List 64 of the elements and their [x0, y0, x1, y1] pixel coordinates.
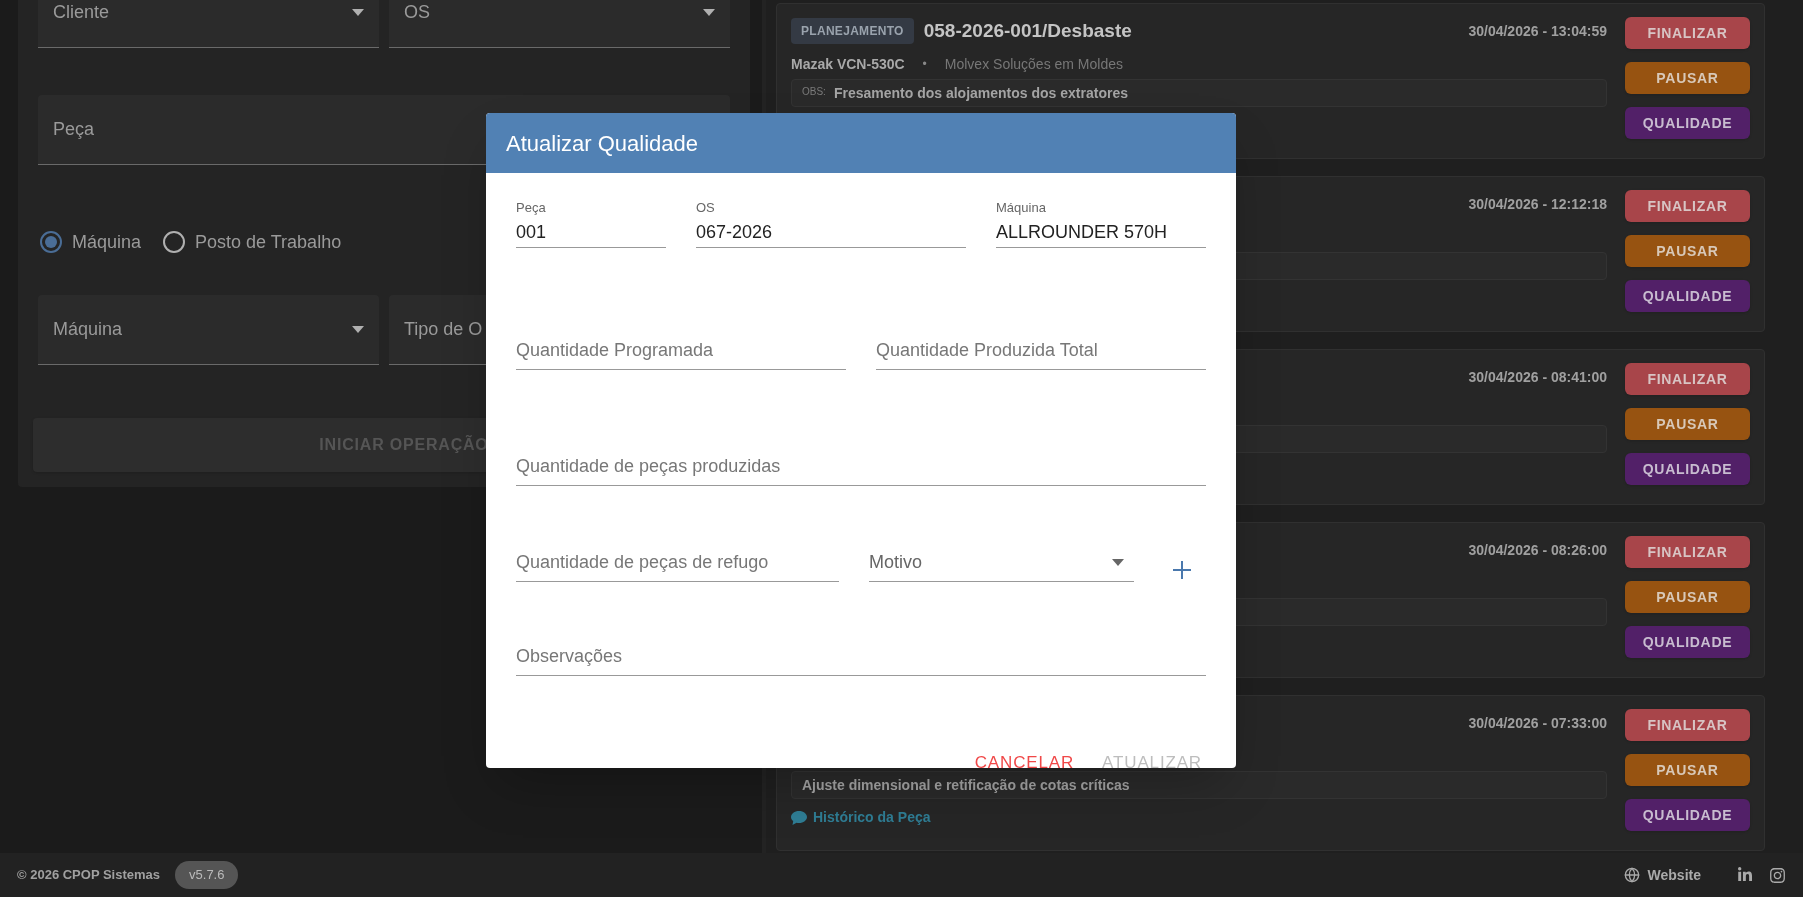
action-button[interactable]: FINALIZAR: [1625, 536, 1750, 568]
action-button[interactable]: QUALIDADE: [1625, 799, 1750, 831]
reason-select[interactable]: Motivo: [869, 543, 1134, 582]
select-field[interactable]: Cliente: [38, 0, 379, 48]
action-button[interactable]: QUALIDADE: [1625, 626, 1750, 658]
radio-option[interactable]: Máquina: [40, 228, 142, 256]
quantity-field[interactable]: Quantidade Produzida Total: [876, 331, 1206, 370]
info-field[interactable]: ALLROUNDER 570H: [996, 217, 1206, 248]
select-field[interactable]: Máquina: [38, 295, 379, 365]
status-badge: PLANEJAMENTO: [791, 18, 914, 45]
operation-title: 058-2026-001/Desbaste: [923, 19, 1132, 43]
action-button[interactable]: QUALIDADE: [1625, 453, 1750, 485]
field-label: Máquina: [996, 199, 1047, 217]
radio-icon: [40, 231, 62, 253]
action-button[interactable]: PAUSAR: [1625, 754, 1750, 786]
operation-timestamp: 30/04/2026 - 08:41:00: [1468, 368, 1607, 387]
caret-icon: [1112, 558, 1124, 566]
history-link[interactable]: Histórico da Peça: [791, 807, 931, 828]
action-button[interactable]: FINALIZAR: [1625, 363, 1750, 395]
website-link[interactable]: Website: [1623, 864, 1701, 886]
info-field[interactable]: 067-2026: [696, 217, 966, 248]
operation-timestamp: 30/04/2026 - 08:26:00: [1468, 541, 1607, 560]
obs-text: Fresamento dos alojamentos dos extratores: [833, 83, 1128, 103]
obs-label: OBS:: [802, 85, 826, 99]
operation-timestamp: 30/04/2026 - 07:33:00: [1468, 714, 1607, 733]
instagram-icon[interactable]: [1769, 866, 1786, 884]
scrap-quantity-field[interactable]: Quantidade de peças de refugo: [516, 543, 839, 582]
action-button[interactable]: QUALIDADE: [1625, 107, 1750, 139]
caret-icon: [352, 326, 364, 333]
action-button[interactable]: FINALIZAR: [1625, 709, 1750, 741]
produced-quantity-field[interactable]: Quantidade de peças produzidas: [516, 447, 1206, 486]
caret-icon: [352, 9, 364, 16]
cancel-button[interactable]: CANCELAR: [970, 744, 1079, 768]
notes-field[interactable]: Observações: [516, 637, 1206, 676]
radio-option[interactable]: Posto de Trabalho: [163, 228, 342, 256]
obs-text: Ajuste dimensional e retificação de cotas críticas: [802, 775, 1130, 795]
field-label: OS: [696, 199, 716, 217]
version-badge: v5.7.6: [175, 861, 239, 889]
action-button[interactable]: QUALIDADE: [1625, 280, 1750, 312]
quantity-field[interactable]: Quantidade Programada: [516, 331, 846, 370]
copyright-text: © 2026 CPOP Sistemas: [17, 866, 161, 885]
website-link-text: Website: [1647, 865, 1701, 885]
action-button[interactable]: PAUSAR: [1625, 62, 1750, 94]
action-button[interactable]: PAUSAR: [1625, 235, 1750, 267]
info-field[interactable]: 001: [516, 217, 666, 248]
action-button[interactable]: PAUSAR: [1625, 408, 1750, 440]
client-name: Molvex Soluções em Moldes: [944, 54, 1123, 74]
speech-bubble-icon: [791, 810, 807, 825]
field-label: Peça: [516, 199, 547, 217]
plus-icon: [1173, 560, 1191, 579]
machine-name: Mazak VCN-530C: [791, 54, 905, 74]
caret-icon: [703, 9, 715, 16]
operation-timestamp: 30/04/2026 - 13:04:59: [1468, 22, 1607, 41]
separator-dot: •: [921, 56, 928, 73]
action-button[interactable]: FINALIZAR: [1625, 17, 1750, 49]
action-button[interactable]: FINALIZAR: [1625, 190, 1750, 222]
select-field[interactable]: OS: [389, 0, 730, 48]
history-link-text: Histórico da Peça: [813, 808, 931, 827]
operation-timestamp: 30/04/2026 - 12:12:18: [1468, 195, 1607, 214]
linkedin-icon[interactable]: [1737, 867, 1753, 883]
radio-icon: [163, 231, 186, 253]
dialog-title: Atualizar Qualidade: [506, 129, 698, 158]
globe-icon: [1623, 867, 1640, 883]
action-button[interactable]: PAUSAR: [1625, 581, 1750, 613]
